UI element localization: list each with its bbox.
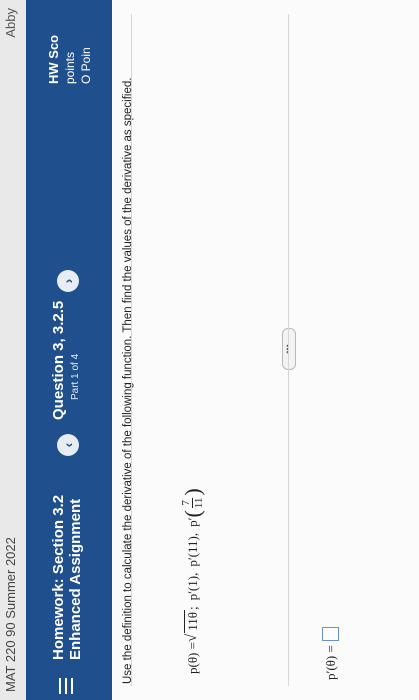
sqrt-symbol: √: [184, 633, 200, 643]
question-body: Use the definition to calculate the deri…: [112, 0, 419, 700]
hamburger-icon[interactable]: [59, 678, 73, 694]
assignment-header: Homework: Section 3.2 Enhanced Assignmen…: [26, 0, 112, 700]
question-part: Part 1 of 4: [70, 353, 81, 400]
divider-bottom: [288, 14, 289, 686]
fraction-numerator: 7: [180, 498, 193, 508]
function-statement: p(θ) = √ 11θ ; p′(1), p′(11), p′ ( 7 11 ): [179, 488, 206, 674]
browser-top-strip: MAT 220 90 Summer 2022 Abby: [0, 0, 26, 700]
user-name[interactable]: Abby: [3, 8, 18, 38]
eval-p-prime-1: p′(1),: [184, 572, 200, 601]
radicand: 11θ: [184, 610, 201, 633]
right-paren: ): [179, 488, 205, 496]
expand-button[interactable]: •••: [282, 328, 296, 370]
course-title: MAT 220 90 Summer 2022: [3, 537, 18, 692]
hw-score-label: HW Sco: [46, 34, 61, 84]
question-title: Question 3, 3.2.5: [50, 300, 67, 420]
app-stage: MAT 220 90 Summer 2022 Abby Homework: Se…: [0, 0, 419, 700]
answer-lhs: p′(θ) =: [322, 645, 338, 680]
homework-title-line1: Homework: Section 3.2: [50, 494, 67, 660]
points-value: O Poin: [79, 47, 93, 84]
answer-input[interactable]: [322, 627, 339, 642]
function-lhs: p(θ) =: [184, 642, 200, 674]
chevron-left-icon[interactable]: ‹: [57, 434, 79, 456]
chevron-right-icon[interactable]: ›: [57, 270, 79, 292]
homework-title-line2: Enhanced Assignment: [67, 498, 84, 660]
hw-score-panel: HW Sco points O Poin: [46, 0, 93, 84]
answer-row: p′(θ) =: [322, 627, 339, 680]
points-label: points: [63, 51, 77, 84]
left-paren: (: [179, 510, 205, 518]
divider-top: [131, 14, 132, 686]
separator: ;: [184, 606, 200, 611]
fraction-denominator: 11: [193, 497, 205, 509]
eval-p-prime-frac-prefix: p′: [184, 517, 200, 527]
problem-instructions: Use the definition to calculate the deri…: [122, 77, 134, 684]
homework-title: Homework: Section 3.2 Enhanced Assignmen…: [50, 495, 84, 660]
fraction: 7 11: [180, 497, 205, 509]
eval-p-prime-11: p′(11),: [184, 532, 200, 567]
